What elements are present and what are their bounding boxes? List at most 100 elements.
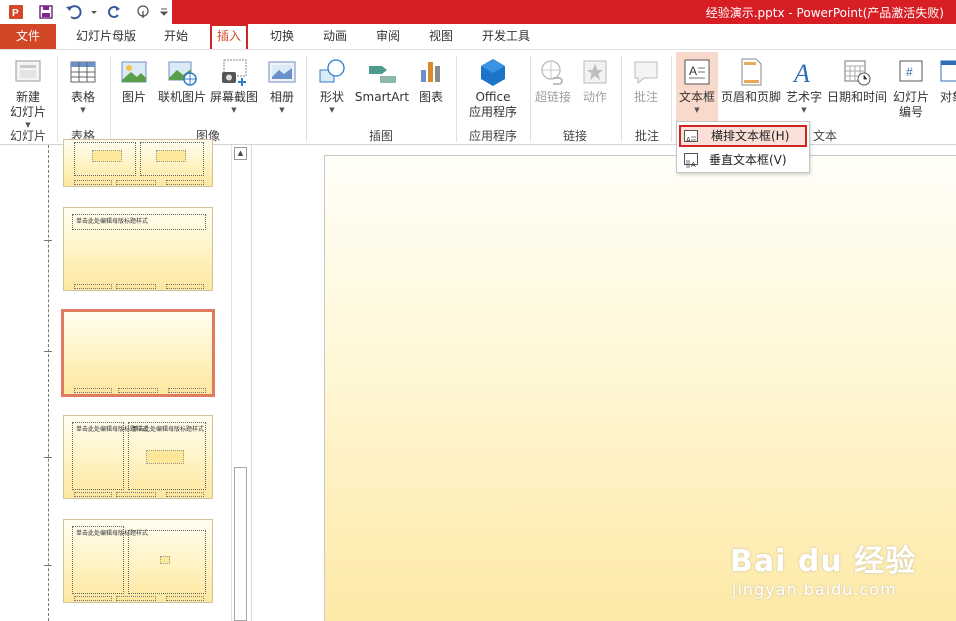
comment-label: 批注 (633, 90, 658, 104)
slide-thumbnail[interactable] (63, 139, 213, 187)
hierarchy-tick (44, 457, 52, 458)
undo-dropdown-icon[interactable] (84, 3, 104, 21)
wordart-button[interactable]: A 艺术字 ▼ (784, 52, 824, 114)
tab-developer[interactable]: 开发工具 (474, 24, 538, 49)
chart-button[interactable]: 图表 (412, 52, 450, 105)
content-placeholder: 单击此处编辑母版标题样式 (72, 526, 148, 594)
scrollbar-thumb[interactable] (234, 467, 247, 621)
tab-insert[interactable]: 插入 (210, 24, 248, 49)
shapes-label: 形状 (319, 90, 344, 104)
customize-quick-access-icon[interactable] (154, 3, 174, 21)
office-apps-button[interactable]: Office 应用程序 (460, 52, 526, 120)
hierarchy-tick (44, 565, 52, 566)
slide-thumbnail[interactable]: 单击此处编辑母版标题样式 单击此处编辑母版标题样式 (63, 415, 213, 499)
save-icon[interactable] (36, 3, 56, 21)
tab-review[interactable]: 审阅 (368, 24, 408, 49)
header-footer-button[interactable]: 页眉和页脚 (720, 52, 782, 105)
thumbnail-scrollbar[interactable]: ▲ (231, 145, 248, 621)
slide-thumbnail[interactable]: 单击此处编辑母版标题样式 (63, 519, 213, 603)
scroll-up-arrow-icon[interactable]: ▲ (234, 147, 247, 160)
group-comments-label: 批注 (634, 129, 659, 143)
wordart-label: 艺术字 (785, 90, 822, 104)
hyperlink-button[interactable]: 超链接 (533, 52, 573, 105)
ribbon-separator (110, 56, 111, 142)
horizontal-textbox-item[interactable]: A 横排文本框(H) (679, 125, 807, 147)
comment-button[interactable]: 批注 (626, 52, 666, 105)
action-icon (583, 60, 607, 84)
baidu-jingyan-watermark: Bai du 经验 jingyan.baidu.com (730, 536, 916, 599)
ribbon-separator (671, 56, 672, 142)
tab-animations[interactable]: 动画 (315, 24, 355, 49)
content-icons (92, 150, 122, 162)
tab-file[interactable]: 文件 (0, 24, 56, 49)
content-icons (160, 556, 170, 564)
slide-thumbnail-pane: 单击此处编辑母版标题样式 单击此处编辑母版标题样式 单击此处编辑母版标题样式 单… (0, 139, 250, 621)
tab-view[interactable]: 视图 (421, 24, 461, 49)
table-button[interactable]: 表格 ▼ (62, 52, 104, 114)
group-links-label: 链接 (562, 129, 587, 143)
ribbon-separator (306, 56, 307, 142)
horizontal-textbox-label: 横排文本框(H) (711, 129, 790, 143)
watermark-brand: Bai du 经验 (730, 544, 917, 579)
thumbnail-title-text: 单击此处编辑母版标题样式 (76, 218, 149, 225)
photo-album-icon (268, 61, 296, 83)
group-slides-label: 幻灯片 (9, 129, 46, 143)
online-picture-button[interactable]: 联机图片 (156, 52, 208, 105)
new-slide-icon (15, 60, 41, 82)
footer-placeholder (168, 388, 206, 393)
screenshot-button[interactable]: 屏幕截图 ▼ (209, 52, 259, 114)
shapes-button[interactable]: 形状 ▼ (312, 52, 352, 114)
vertical-textbox-item[interactable]: A 垂直文本框(V) (679, 149, 807, 171)
photo-album-button[interactable]: 相册 ▼ (262, 52, 302, 114)
online-picture-icon (168, 61, 197, 86)
picture-icon (121, 61, 147, 83)
object-label: 对象 (940, 90, 956, 104)
textbox-button[interactable]: A 文本框 ▼ (676, 52, 718, 122)
action-button[interactable]: 动作 (576, 52, 614, 105)
footer-placeholder (74, 180, 112, 185)
vertical-textbox-label: 垂直文本框(V) (709, 153, 787, 167)
table-label: 表格 (70, 90, 95, 104)
slide-number-button[interactable]: # 幻灯片 编号 (890, 52, 932, 120)
picture-button[interactable]: 图片 (114, 52, 154, 105)
watermark-url: jingyan.baidu.com (732, 580, 897, 599)
date-time-icon (844, 60, 871, 86)
office-apps-label: Office 应用程序 (468, 90, 517, 119)
object-button[interactable]: 对象 (934, 52, 956, 105)
wordart-caret: ▼ (801, 106, 807, 114)
footer-placeholder (166, 284, 204, 289)
group-apps-label: 应用程序 (468, 129, 517, 143)
undo-icon[interactable] (64, 3, 84, 21)
textbox-dropdown-menu: A 横排文本框(H) A 垂直文本框(V) (676, 121, 810, 173)
thumbnail-title-text: 单击此处编辑母版标题样式 (132, 426, 205, 433)
footer-placeholder (74, 596, 112, 601)
screenshot-caret: ▼ (231, 106, 237, 114)
photo-album-label: 相册 (269, 90, 294, 104)
photo-album-caret: ▼ (279, 106, 285, 114)
slide-thumbnail-selected[interactable] (61, 309, 215, 397)
title-bar-red: 经验演示.pptx - PowerPoint(产品激活失败) (172, 0, 956, 24)
header-footer-icon (741, 58, 762, 86)
tab-transitions[interactable]: 切换 (262, 24, 302, 49)
date-time-button[interactable]: 日期和时间 (826, 52, 888, 105)
powerpoint-window: P 经验演示.pptx - PowerPoint(产品激活失败) 文件 幻灯片母… (0, 0, 956, 621)
tab-home[interactable]: 开始 (156, 24, 196, 49)
smartart-button[interactable]: SmartArt (354, 52, 410, 105)
ribbon-tab-bar: 文件 幻灯片母版 开始 插入 切换 动画 审阅 视图 开发工具 (0, 24, 956, 49)
slide-thumbnail[interactable]: 单击此处编辑母版标题样式 (63, 207, 213, 291)
new-slide-button[interactable]: 新建 幻灯片 ▼ (2, 52, 54, 129)
tab-slide-master[interactable]: 幻灯片母版 (66, 24, 146, 49)
group-illustrations-label: 插图 (368, 129, 393, 143)
picture-label: 图片 (121, 90, 146, 104)
chart-icon (421, 62, 440, 82)
redo-icon[interactable] (104, 3, 124, 21)
chart-label: 图表 (418, 90, 443, 104)
office-apps-icon (481, 59, 505, 86)
comment-icon (634, 61, 658, 85)
screenshot-label: 屏幕截图 (209, 90, 258, 104)
content-placeholder: 单击此处编辑母版标题样式 (72, 422, 148, 490)
footer-placeholder (166, 180, 204, 185)
touch-mode-icon[interactable] (134, 3, 154, 21)
window-title: 经验演示.pptx - PowerPoint(产品激活失败) (705, 6, 944, 20)
svg-text:A: A (691, 162, 696, 169)
